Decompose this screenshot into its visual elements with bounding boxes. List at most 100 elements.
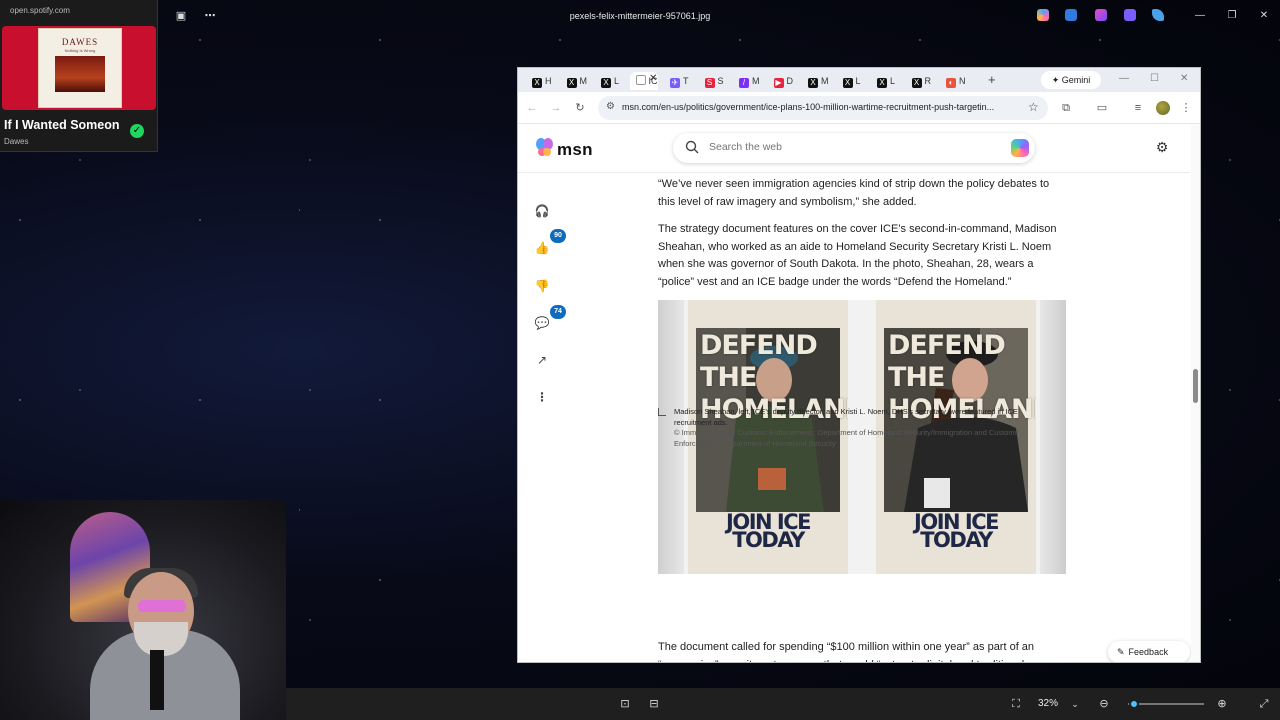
tab-label: M bbox=[579, 76, 588, 86]
fullscreen-icon[interactable]: ⤢ bbox=[1256, 696, 1272, 712]
gemini-label: Gemini bbox=[1061, 75, 1091, 85]
browser-toolbar: ← → ↻ ⚙ msn.com/en-us/politics/governmen… bbox=[518, 92, 1200, 124]
tab-close-icon[interactable]: ✕ bbox=[649, 73, 657, 84]
listen-headphones-icon[interactable]: 🎧 bbox=[528, 197, 556, 225]
tab-label: H bbox=[545, 76, 552, 86]
msn-logo[interactable]: msn bbox=[536, 137, 593, 161]
search-box[interactable] bbox=[673, 133, 1035, 163]
tab-favicon-icon: ▶ bbox=[773, 78, 784, 88]
browser-tab[interactable]: XM bbox=[802, 72, 832, 90]
album-cover: DAWES Nothing Is Wrong bbox=[38, 28, 122, 108]
streamer-glasses bbox=[138, 600, 186, 612]
image-caption: Madison Sheahan, left, ICE’s deputy dire… bbox=[674, 407, 1054, 449]
msn-butterfly-icon bbox=[536, 138, 553, 156]
browser-tab[interactable]: XL bbox=[837, 72, 867, 90]
tab-label: L bbox=[890, 76, 896, 86]
tab-label: S bbox=[717, 76, 724, 86]
bookmark-star-icon[interactable]: ☆ bbox=[1028, 100, 1039, 114]
back-icon[interactable]: ← bbox=[524, 100, 540, 116]
tab-favicon-icon: X bbox=[877, 78, 887, 88]
minimize-icon[interactable]: — bbox=[1192, 8, 1208, 24]
feedback-label: Feedback bbox=[1128, 647, 1169, 657]
zoom-dropdown-icon[interactable]: ⌄ bbox=[1067, 696, 1083, 712]
fit-to-window-icon[interactable]: ⛶ bbox=[1008, 696, 1024, 712]
viewer-file-title: pexels-felix-mittermeier-957061.jpg bbox=[569, 11, 711, 21]
browser-tab[interactable]: XR bbox=[906, 72, 936, 90]
tab-favicon-icon: X bbox=[566, 78, 577, 88]
browser-tab[interactable]: ▶ D bbox=[768, 72, 798, 90]
forward-icon[interactable]: → bbox=[548, 100, 564, 116]
saved-check-icon[interactable]: ✓ bbox=[130, 124, 144, 138]
msn-page: msn ⚙ 🎧 👍 90 👎 💬 74 ↗ ⋮ “We’ve neve bbox=[518, 125, 1200, 662]
browser-tab[interactable]: SS bbox=[699, 72, 729, 90]
dislike-icon[interactable]: 👎 bbox=[528, 272, 556, 300]
caption-marker bbox=[658, 408, 666, 416]
tab-favicon-icon: X bbox=[842, 78, 853, 88]
browser-tab[interactable]: XH bbox=[526, 72, 556, 90]
search-input[interactable] bbox=[709, 141, 969, 153]
cloud-app-icon[interactable] bbox=[1152, 9, 1164, 21]
copilot-icon[interactable] bbox=[1011, 139, 1029, 157]
track-artist: Dawes bbox=[4, 137, 29, 146]
album-art-background: DAWES Nothing Is Wrong bbox=[2, 26, 156, 110]
page-scrollbar[interactable] bbox=[1191, 125, 1200, 662]
browser-tab[interactable]: XM bbox=[561, 72, 591, 90]
browser-menu-icon[interactable]: ⋮ bbox=[1178, 100, 1194, 116]
scrollbar-thumb[interactable] bbox=[1193, 369, 1198, 403]
spotify-origin-label: open.spotify.com bbox=[10, 6, 70, 15]
tab-strip: X H X M X L IC ✈ T S S / M ▶ D X M X L X L X R ◐ N ✕ + ✦ Gemini … bbox=[518, 68, 1200, 92]
tab-label: D bbox=[786, 76, 794, 86]
split-screen-icon[interactable]: ▭ bbox=[1094, 100, 1110, 116]
browser-close-icon[interactable]: ✕ bbox=[1180, 73, 1188, 84]
browser-maximize-icon[interactable]: ☐ bbox=[1150, 73, 1159, 84]
browser-tab[interactable]: ✈ T bbox=[664, 72, 694, 90]
copilot-app-icon[interactable] bbox=[1037, 9, 1049, 21]
zoom-out-icon[interactable]: ⊖ bbox=[1096, 696, 1112, 712]
poster-cta: JOIN ICE TODAY bbox=[726, 510, 811, 552]
track-title: If I Wanted Someone bbox=[4, 118, 120, 132]
tab-label: L bbox=[855, 76, 861, 86]
extensions-icon[interactable]: ⧉ bbox=[1058, 100, 1074, 116]
url-text[interactable]: msn.com/en-us/politics/government/ice-pl… bbox=[622, 102, 1022, 112]
spotify-mini-player[interactable]: open.spotify.com DAWES Nothing Is Wrong … bbox=[0, 0, 158, 152]
browser-window: X H X M X L IC ✈ T S S / M ▶ D X M X L X L X R ◐ N ✕ + ✦ Gemini … bbox=[517, 67, 1201, 663]
article-paragraph: The document called for spending “$100 m… bbox=[658, 641, 1035, 662]
restore-icon[interactable]: ❐ bbox=[1224, 8, 1240, 24]
msn-header: msn ⚙ bbox=[518, 125, 1190, 173]
browser-tab[interactable]: XL bbox=[871, 72, 901, 90]
text-extract-icon[interactable]: ⊟ bbox=[646, 696, 662, 712]
tab-favicon-icon: S bbox=[704, 78, 715, 88]
designer-app-icon[interactable] bbox=[1124, 9, 1136, 21]
reload-icon[interactable]: ↻ bbox=[572, 100, 588, 116]
paint-app-icon[interactable] bbox=[1065, 9, 1077, 21]
webcam-overlay bbox=[0, 500, 286, 720]
clipchamp-app-icon[interactable] bbox=[1095, 9, 1107, 21]
close-icon[interactable]: ✕ bbox=[1256, 8, 1272, 24]
feedback-button[interactable]: ✎ Feedback bbox=[1108, 641, 1190, 662]
album-art-scene bbox=[55, 56, 105, 92]
address-bar[interactable]: ⚙ msn.com/en-us/politics/government/ice-… bbox=[598, 96, 1048, 120]
new-tab-button[interactable]: + bbox=[988, 72, 996, 87]
reading-list-icon[interactable]: ≡ bbox=[1130, 100, 1146, 116]
tab-favicon-icon: X bbox=[911, 78, 922, 88]
caption-text: Madison Sheahan, left, ICE’s deputy dire… bbox=[674, 407, 1018, 427]
share-icon[interactable]: ↗ bbox=[528, 346, 556, 374]
zoom-level[interactable]: 32% bbox=[1038, 698, 1058, 709]
zoom-in-icon[interactable]: ⊕ bbox=[1214, 696, 1230, 712]
tab-label: M bbox=[752, 76, 760, 86]
zoom-slider[interactable] bbox=[1128, 699, 1204, 709]
browser-tab[interactable]: XL bbox=[595, 72, 625, 90]
browser-minimize-icon[interactable]: — bbox=[1119, 73, 1129, 84]
browser-tab[interactable]: / M bbox=[733, 72, 763, 90]
article-paragraph: “We’ve never seen immigration agencies k… bbox=[658, 178, 1050, 208]
viewer-bottom-bar: ⊡ ⊟ ⛶ 32% ⌄ ⊖ ⊕ ⤢ bbox=[286, 688, 1280, 720]
more-actions-icon[interactable]: ⋮ bbox=[528, 383, 556, 411]
tab-favicon-icon: X bbox=[532, 78, 542, 88]
gemini-button[interactable]: ✦ Gemini bbox=[1041, 71, 1101, 89]
browser-tab[interactable]: ◐ N bbox=[940, 72, 970, 90]
profile-avatar[interactable] bbox=[1156, 101, 1170, 115]
zoom-slider-thumb[interactable] bbox=[1129, 699, 1140, 709]
site-info-icon[interactable]: ⚙ bbox=[606, 101, 615, 112]
visual-search-icon[interactable]: ⊡ bbox=[617, 696, 633, 712]
settings-gear-icon[interactable]: ⚙ bbox=[1154, 139, 1170, 155]
